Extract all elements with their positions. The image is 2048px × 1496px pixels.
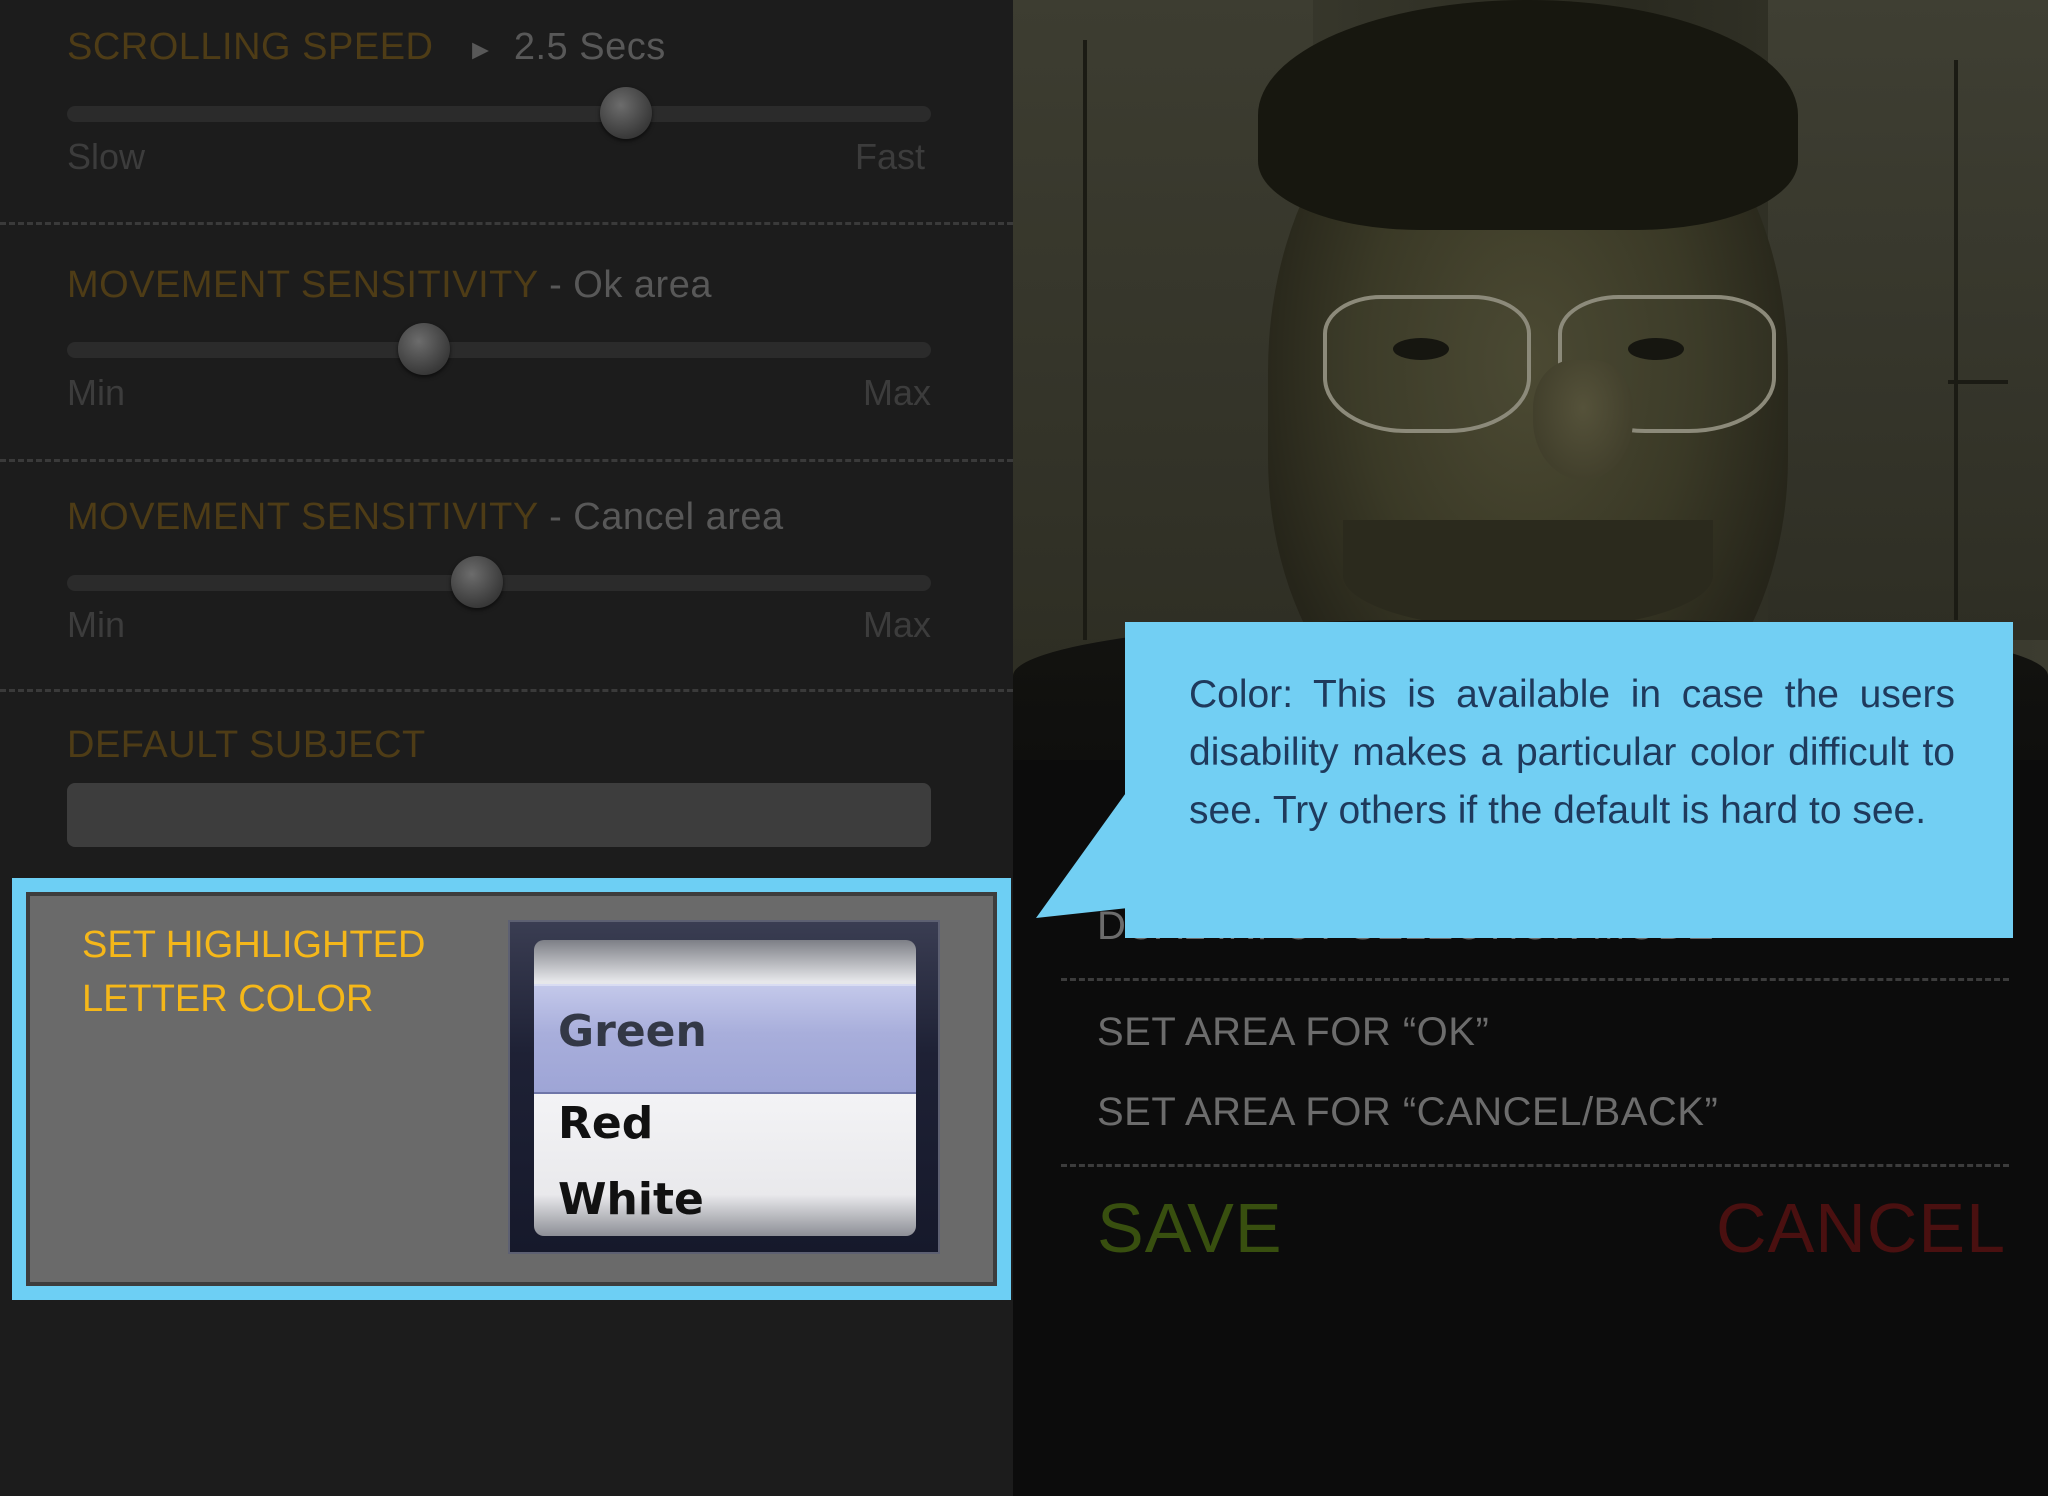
help-callout: Color: This is available in case the use… [1125, 622, 2013, 938]
movement-cancel-title: MOVEMENT SENSITIVITY [67, 496, 539, 538]
door-frame-line [1954, 60, 1958, 620]
color-picker-wheel[interactable]: Green Red White [534, 940, 916, 1236]
highlight-color-section: SET HIGHLIGHTED LETTER COLOR Green Red W… [12, 878, 1011, 1300]
movement-cancel-header: MOVEMENT SENSITIVITY - Cancel area [67, 496, 784, 539]
highlight-color-label: SET HIGHLIGHTED LETTER COLOR [82, 918, 425, 1026]
scrolling-speed-slider[interactable] [67, 106, 931, 122]
save-button[interactable]: SAVE [1097, 1188, 1283, 1268]
scrolling-speed-value: 2.5 Secs [513, 26, 666, 68]
slider-max-label: Max [862, 604, 931, 645]
person-beard [1343, 520, 1713, 630]
person-nose [1533, 360, 1633, 480]
highlight-color-label-line1: SET HIGHLIGHTED [82, 924, 426, 966]
divider [1061, 1164, 2009, 1167]
camera-background-door [1768, 0, 2048, 640]
set-ok-area-item[interactable]: SET AREA FOR “OK” [1097, 1010, 1489, 1055]
movement-ok-title: MOVEMENT SENSITIVITY [67, 264, 539, 306]
highlight-color-label-line2: LETTER COLOR [82, 978, 374, 1020]
slider-min-label: Slow [67, 136, 146, 177]
person-eye-left [1393, 338, 1449, 360]
color-option-green[interactable]: Green [558, 1006, 707, 1057]
slider-min-label: Min [67, 372, 126, 413]
color-option-red[interactable]: Red [558, 1098, 653, 1149]
door-frame-line [1948, 380, 2008, 384]
highlight-color-frame: SET HIGHLIGHTED LETTER COLOR Green Red W… [26, 892, 997, 1286]
glasses-left-lens [1323, 295, 1531, 433]
callout-text: Color: This is available in case the use… [1189, 673, 1955, 832]
movement-ok-header: MOVEMENT SENSITIVITY - Ok area [67, 264, 712, 307]
divider [0, 689, 1013, 692]
slider-max-label: Fast [854, 136, 925, 177]
default-subject-title: DEFAULT SUBJECT [67, 724, 426, 766]
movement-cancel-suffix: - Cancel area [549, 496, 784, 538]
slider-min-label: Min [67, 604, 126, 645]
movement-ok-suffix: - Ok area [549, 264, 712, 306]
scrolling-speed-slider-knob[interactable] [600, 87, 652, 139]
door-frame-line [1083, 40, 1087, 640]
set-cancel-area-item[interactable]: SET AREA FOR “CANCEL/BACK” [1097, 1090, 1718, 1135]
movement-ok-slider[interactable] [67, 342, 931, 358]
movement-ok-slider-knob[interactable] [398, 323, 450, 375]
play-arrow-icon: ► [466, 34, 495, 65]
color-picker[interactable]: Green Red White [508, 920, 940, 1254]
color-option-white[interactable]: White [558, 1174, 704, 1225]
default-subject-input[interactable] [67, 783, 931, 847]
divider [0, 459, 1013, 462]
divider [0, 222, 1013, 225]
scrolling-speed-header: SCROLLING SPEED ► 2.5 Secs [67, 26, 666, 69]
movement-cancel-slider-knob[interactable] [451, 556, 503, 608]
person-eye-right [1628, 338, 1684, 360]
slider-max-label: Max [862, 372, 931, 413]
scrolling-speed-title: SCROLLING SPEED [67, 26, 434, 68]
cancel-button[interactable]: CANCEL [1716, 1188, 2006, 1268]
callout-pointer [1036, 790, 1128, 918]
divider [1061, 978, 2009, 981]
person-hair [1258, 0, 1798, 230]
